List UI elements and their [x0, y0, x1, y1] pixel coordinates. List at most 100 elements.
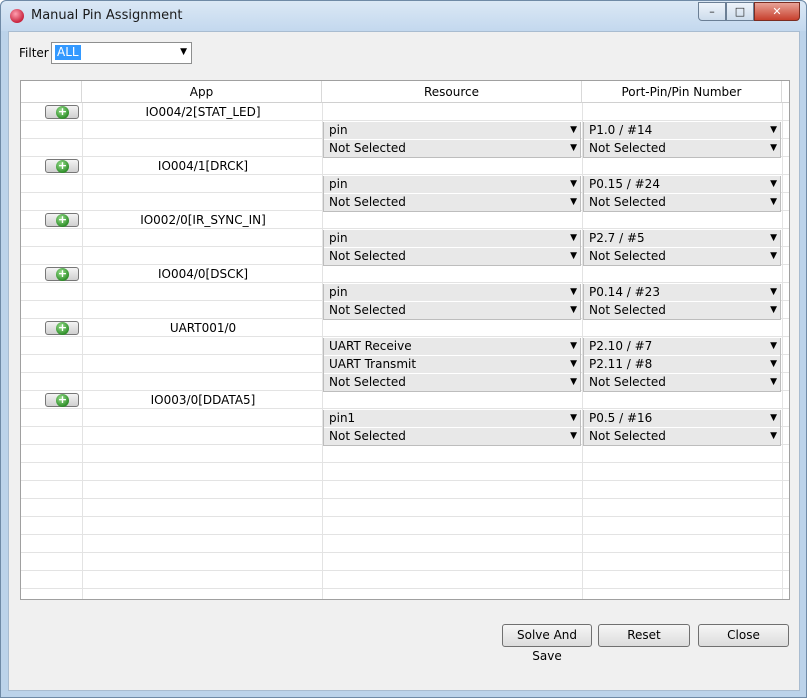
chevron-down-icon: ▼: [770, 431, 777, 441]
chevron-down-icon: ▼: [770, 287, 777, 297]
chevron-down-icon: ▼: [770, 197, 777, 207]
add-assignment-button[interactable]: +: [45, 321, 79, 335]
add-assignment-button[interactable]: +: [45, 267, 79, 281]
table-row: [21, 517, 789, 535]
pin-dropdown[interactable]: P0.15 / #24 ▼: [584, 176, 780, 193]
chevron-down-icon: ▼: [570, 179, 577, 189]
header-filler: [782, 81, 789, 103]
pin-value: P0.14 / #23: [589, 285, 660, 299]
resource-value: pin: [329, 231, 348, 245]
window-close-button[interactable]: ✕: [754, 2, 800, 21]
app-name: IO003/0[DDATA5]: [150, 393, 256, 407]
table-row: [21, 445, 789, 463]
resource-dropdown[interactable]: Not Selected ▼: [324, 248, 580, 265]
resource-dropdown[interactable]: pin1 ▼: [324, 410, 580, 427]
minimize-button[interactable]: –: [698, 2, 726, 21]
pin-dropdown[interactable]: P0.14 / #23 ▼: [584, 284, 780, 301]
add-assignment-button[interactable]: +: [45, 393, 79, 407]
table-row: [21, 535, 789, 553]
pin-dropdown[interactable]: P2.7 / #5 ▼: [584, 230, 780, 247]
pin-dropdown[interactable]: Not Selected ▼: [584, 374, 780, 391]
pin-dropdown[interactable]: P2.10 / #7 ▼: [584, 338, 780, 355]
pin-dropdown[interactable]: Not Selected ▼: [584, 194, 780, 211]
chevron-down-icon: ▼: [570, 125, 577, 135]
chevron-down-icon: ▼: [770, 413, 777, 423]
resource-value: pin: [329, 177, 348, 191]
add-assignment-button[interactable]: +: [45, 213, 79, 227]
filter-selected-value: ALL: [55, 45, 81, 60]
resource-dropdown[interactable]: pin ▼: [324, 122, 580, 139]
chevron-down-icon: ▼: [770, 125, 777, 135]
add-assignment-button[interactable]: +: [45, 159, 79, 173]
resource-value: Not Selected: [329, 375, 406, 389]
resource-value: pin: [329, 123, 348, 137]
dialog-window: Manual Pin Assignment – □ ✕ Filter ALL ▼…: [0, 0, 807, 698]
resource-dropdown[interactable]: UART Transmit ▼: [324, 356, 580, 373]
header-add-column: [21, 81, 82, 103]
header-port-pin[interactable]: Port-Pin/Pin Number: [582, 81, 782, 103]
filter-select[interactable]: ALL ▼: [51, 42, 192, 64]
table-row: [21, 553, 789, 571]
resource-dropdown[interactable]: Not Selected ▼: [324, 374, 580, 391]
chevron-down-icon: ▼: [570, 377, 577, 387]
close-icon: ✕: [772, 5, 782, 18]
resource-dropdown[interactable]: pin ▼: [324, 230, 580, 247]
chevron-down-icon: ▼: [180, 47, 187, 57]
pin-dropdown[interactable]: P1.0 / #14 ▼: [584, 122, 780, 139]
pin-value: P1.0 / #14: [589, 123, 653, 137]
header-resource[interactable]: Resource: [322, 81, 582, 103]
chevron-down-icon: ▼: [770, 341, 777, 351]
chevron-down-icon: ▼: [770, 233, 777, 243]
pin-value: Not Selected: [589, 303, 666, 317]
pin-assignment-table: App Resource Port-Pin/Pin Number + IO004/…: [20, 80, 790, 600]
resource-value: UART Transmit: [329, 357, 417, 371]
chevron-down-icon: ▼: [770, 305, 777, 315]
pin-value: Not Selected: [589, 429, 666, 443]
add-assignment-button[interactable]: +: [45, 105, 79, 119]
chevron-down-icon: ▼: [770, 143, 777, 153]
chevron-down-icon: ▼: [570, 197, 577, 207]
resource-dropdown[interactable]: UART Receive ▼: [324, 338, 580, 355]
solve-and-save-button[interactable]: Solve And Save: [502, 624, 592, 663]
pin-dropdown[interactable]: Not Selected ▼: [584, 428, 780, 445]
pin-dropdown[interactable]: P0.5 / #16 ▼: [584, 410, 780, 427]
resource-dropdown[interactable]: pin ▼: [324, 176, 580, 193]
chevron-down-icon: ▼: [570, 341, 577, 351]
pin-dropdown[interactable]: P2.11 / #8 ▼: [584, 356, 780, 373]
reset-button[interactable]: Reset: [598, 624, 690, 647]
pin-value: P2.11 / #8: [589, 357, 653, 371]
pin-value: P2.7 / #5: [589, 231, 645, 245]
chevron-down-icon: ▼: [570, 143, 577, 153]
resource-dropdown[interactable]: Not Selected ▼: [324, 194, 580, 211]
pin-dropdown[interactable]: Not Selected ▼: [584, 302, 780, 319]
chevron-down-icon: ▼: [770, 359, 777, 369]
pin-value: P0.15 / #24: [589, 177, 660, 191]
dialog-client-area: Filter ALL ▼ App Resource Port-Pin/Pin N…: [8, 31, 800, 691]
close-button[interactable]: Close: [698, 624, 789, 647]
resource-dropdown[interactable]: Not Selected ▼: [324, 302, 580, 319]
pin-value: Not Selected: [589, 141, 666, 155]
chevron-down-icon: ▼: [570, 305, 577, 315]
maximize-icon: □: [734, 5, 746, 18]
maximize-button[interactable]: □: [726, 2, 754, 21]
chevron-down-icon: ▼: [570, 359, 577, 369]
resource-value: pin1: [329, 411, 356, 425]
resource-dropdown[interactable]: Not Selected ▼: [324, 428, 580, 445]
resource-value: Not Selected: [329, 429, 406, 443]
header-app[interactable]: App: [82, 81, 322, 103]
table-row: [21, 499, 789, 517]
resource-value: Not Selected: [329, 249, 406, 263]
table-row: [21, 481, 789, 499]
pin-dropdown[interactable]: Not Selected ▼: [584, 248, 780, 265]
pin-value: Not Selected: [589, 249, 666, 263]
pin-value: Not Selected: [589, 375, 666, 389]
chevron-down-icon: ▼: [570, 413, 577, 423]
pin-dropdown[interactable]: Not Selected ▼: [584, 140, 780, 157]
resource-dropdown[interactable]: Not Selected ▼: [324, 140, 580, 157]
chevron-down-icon: ▼: [570, 233, 577, 243]
plus-icon: +: [56, 267, 69, 281]
pin-value: Not Selected: [589, 195, 666, 209]
title-bar[interactable]: Manual Pin Assignment – □ ✕: [1, 1, 806, 31]
resource-dropdown[interactable]: pin ▼: [324, 284, 580, 301]
chevron-down-icon: ▼: [570, 251, 577, 261]
